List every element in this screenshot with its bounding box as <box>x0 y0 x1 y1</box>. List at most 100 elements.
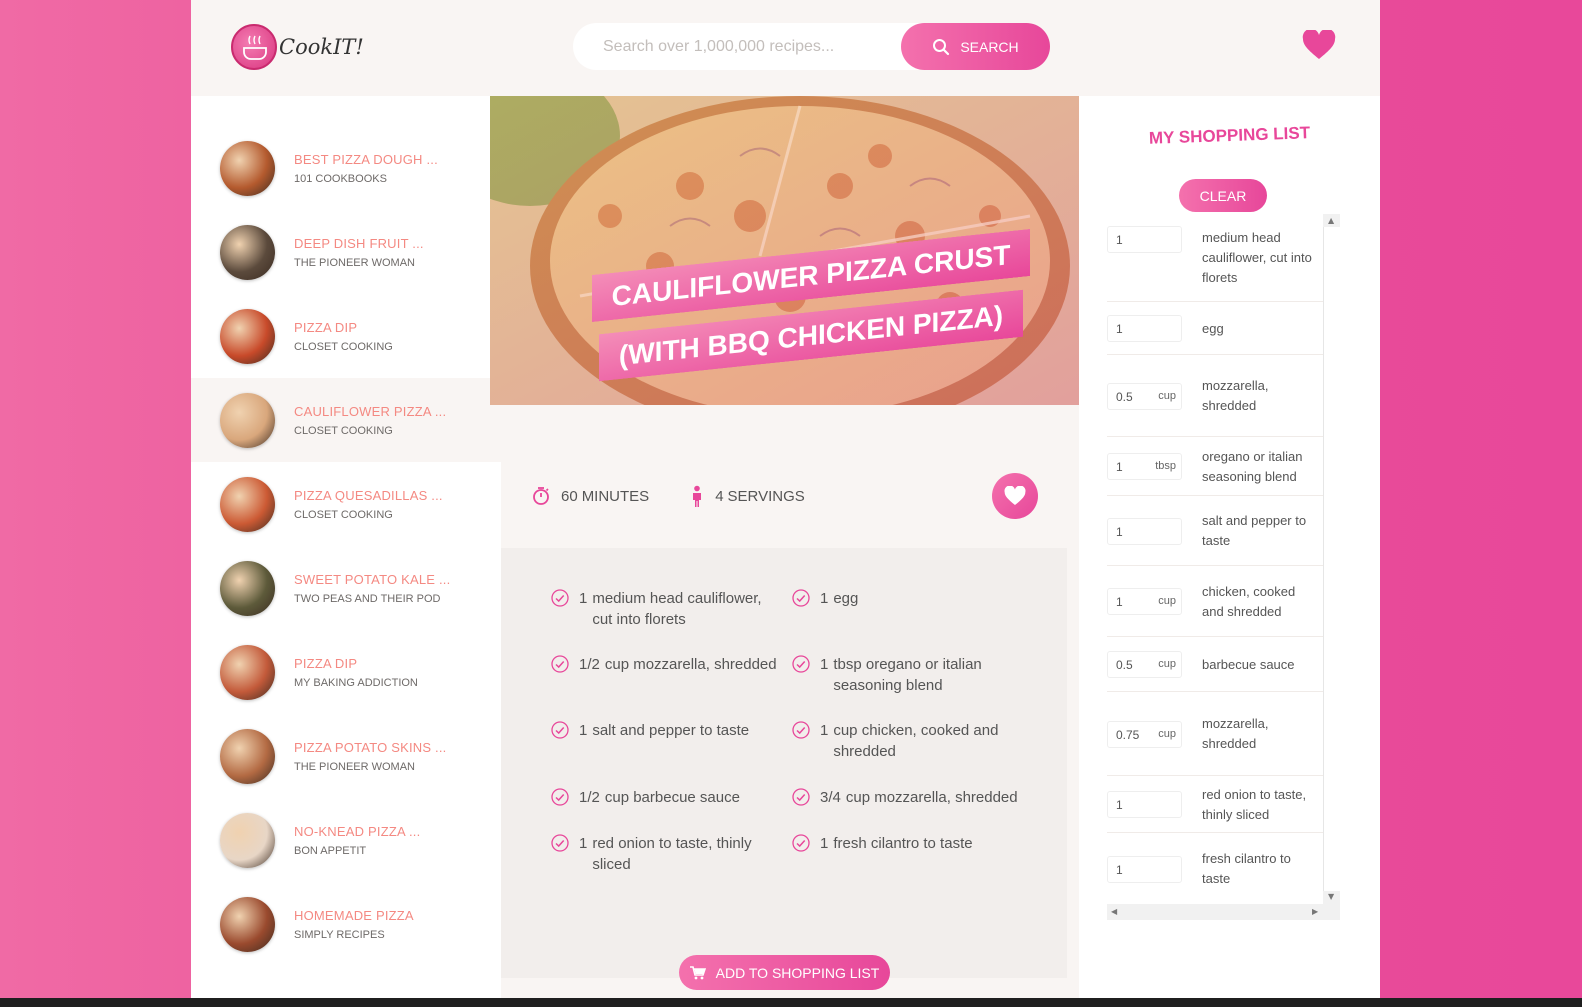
result-text: HOMEMADE PIZZA SIMPLY RECIPES <box>294 908 414 941</box>
servings-label: SERVINGS <box>727 487 805 505</box>
shopping-description: mozzarella, shredded <box>1202 378 1269 413</box>
recipe: CAULIFLOWER PIZZA CRUST (WITH BBQ CHICKE… <box>490 96 1079 998</box>
taskbar-strip <box>0 998 1582 1007</box>
scroll-down-arrow[interactable]: ▼ <box>1328 892 1334 901</box>
result-author: 101 COOKBOOKS <box>294 172 387 185</box>
scroll-left-arrow[interactable]: ◀ <box>1111 907 1117 916</box>
heart-icon <box>1004 486 1026 506</box>
shopping-count-value: 1 <box>1116 460 1123 474</box>
ingredient-description: cup mozzarella, shredded <box>845 789 1018 806</box>
ingredient-description: salt and pepper to taste <box>592 722 750 739</box>
ingredient-item: 1/2 cup mozzarella, shredded <box>551 654 781 679</box>
ingredient-description: fresh cilantro to taste <box>833 835 973 852</box>
shopping-item: 0.5 cup mozzarella, shredded <box>1107 355 1323 437</box>
result-thumbnail <box>220 476 275 532</box>
shopping-count-input[interactable]: 0.5 cup <box>1107 651 1182 678</box>
result-item[interactable]: SWEET POTATO KALE ... TWO PEAS AND THEIR … <box>191 546 501 630</box>
recipe-servings: 4 SERVINGS <box>689 485 805 507</box>
ingredient-description: cup chicken, cooked and shredded <box>833 722 999 760</box>
result-item[interactable]: BEST PIZZA DOUGH ... 101 COOKBOOKS <box>191 126 501 210</box>
scroll-up-arrow[interactable]: ▲ <box>1328 216 1334 225</box>
result-item[interactable]: DEEP DISH FRUIT ... THE PIONEER WOMAN <box>191 210 501 294</box>
result-title: NO-KNEAD PIZZA ... <box>294 823 421 839</box>
shopping-count-input[interactable]: 1 <box>1107 226 1182 253</box>
shopping-count-input[interactable]: 0.75 cup <box>1107 721 1182 748</box>
shopping-description: barbecue sauce <box>1202 657 1295 672</box>
result-item[interactable]: PIZZA QUESADILLAS ... CLOSET COOKING <box>191 462 501 546</box>
ingredient-item: 1 salt and pepper to taste <box>551 720 781 745</box>
shopping-count-value: 1 <box>1116 863 1123 877</box>
shopping-count-input[interactable]: 1 cup <box>1107 588 1182 615</box>
check-icon <box>551 589 569 613</box>
logo[interactable]: CookIT! <box>231 24 364 70</box>
ingredient-quantity: 1/2 <box>579 789 600 806</box>
shopping-count-value: 1 <box>1116 322 1123 336</box>
shopping-description: egg <box>1202 321 1224 336</box>
ingredient-description: cup barbecue sauce <box>604 789 740 806</box>
shopping-count-input[interactable]: 1 <box>1107 791 1182 818</box>
ingredient-quantity: 1 <box>820 722 829 739</box>
result-text: PIZZA QUESADILLAS ... CLOSET COOKING <box>294 488 443 521</box>
recipe-details: 60 MINUTES 4 SERVINGS <box>501 452 1067 540</box>
shopping-count-input[interactable]: 1 <box>1107 856 1182 883</box>
result-thumbnail <box>220 812 275 868</box>
shopping-unit: cup <box>1158 728 1176 740</box>
result-thumbnail <box>220 644 275 700</box>
ingredient-item: 1 red onion to taste, thinly sliced <box>551 833 781 875</box>
shopping-count-value: 1 <box>1116 525 1123 539</box>
shopping-items: 1 medium head cauliflower, cut into flore… <box>1107 214 1340 920</box>
recipe-ingredients: 1 medium head cauliflower, cut into flore… <box>501 548 1067 990</box>
result-title: PIZZA DIP <box>294 655 358 671</box>
result-item[interactable]: PIZZA DIP MY BAKING ADDICTION <box>191 630 501 714</box>
likes-heart-icon[interactable] <box>1302 28 1336 64</box>
shopping-item: 0.75 cup mozzarella, shredded <box>1107 692 1323 776</box>
recipe-like-button[interactable] <box>992 473 1038 519</box>
shopping-count-value: 0.5 <box>1116 390 1133 404</box>
scrollbar-thumb[interactable] <box>1323 227 1340 891</box>
search-input[interactable] <box>573 23 903 70</box>
shopping-count-input[interactable]: 1 tbsp <box>1107 453 1182 480</box>
clear-button[interactable]: CLEAR <box>1179 179 1267 212</box>
shopping-count-value: 1 <box>1116 798 1123 812</box>
check-icon <box>551 834 569 858</box>
shopping-item: 1 cup chicken, cooked and shredded <box>1107 566 1323 637</box>
result-author: THE PIONEER WOMAN <box>294 256 416 269</box>
search-button[interactable]: SEARCH <box>901 23 1050 70</box>
result-title: SWEET POTATO KALE ... <box>294 571 451 587</box>
scroll-right-arrow[interactable]: ▶ <box>1312 907 1318 916</box>
shopping-unit: tbsp <box>1155 460 1176 472</box>
check-icon <box>792 655 810 679</box>
result-text: PIZZA POTATO SKINS ... THE PIONEER WOMAN <box>294 740 447 773</box>
ingredient-item: 1 medium head cauliflower, cut into flore… <box>551 588 781 630</box>
check-icon <box>792 834 810 858</box>
result-item[interactable]: HOMEMADE PIZZA SIMPLY RECIPES <box>191 882 501 966</box>
ingredient-item: 1 egg <box>792 588 1022 613</box>
horizontal-scrollbar[interactable]: ◀ ▶ <box>1107 904 1340 920</box>
shopping-item: 1 medium head cauliflower, cut into flore… <box>1107 214 1323 302</box>
result-thumbnail <box>220 728 275 784</box>
result-author: CLOSET COOKING <box>294 508 393 521</box>
servings-count: 4 <box>715 487 724 505</box>
shopping-list-title: MY SHOPPING LIST <box>1148 123 1311 148</box>
ingredient-description: tbsp oregano or italian seasoning blend <box>833 656 982 694</box>
result-item[interactable]: PIZZA POTATO SKINS ... THE PIONEER WOMAN <box>191 714 501 798</box>
result-title: BEST PIZZA DOUGH ... <box>294 151 438 167</box>
result-author: SIMPLY RECIPES <box>294 928 385 941</box>
shopping-count-value: 1 <box>1116 233 1123 247</box>
shopping-item: 1 egg <box>1107 302 1323 355</box>
result-item[interactable]: CAULIFLOWER PIZZA ... CLOSET COOKING <box>191 378 501 462</box>
logo-text: CookIT! <box>279 35 364 59</box>
result-item[interactable]: NO-KNEAD PIZZA ... BON APPETIT <box>191 798 501 882</box>
result-title: PIZZA QUESADILLAS ... <box>294 487 443 503</box>
result-title: PIZZA DIP <box>294 319 358 335</box>
result-author: MY BAKING ADDICTION <box>294 676 418 689</box>
result-item[interactable]: PIZZA DIP CLOSET COOKING <box>191 294 501 378</box>
ingredient-quantity: 1 <box>579 590 588 607</box>
shopping-count-input[interactable]: 1 <box>1107 315 1182 342</box>
shopping-count-input[interactable]: 0.5 cup <box>1107 383 1182 410</box>
add-to-shopping-list-button[interactable]: ADD TO SHOPPING LIST <box>679 955 890 990</box>
ingredient-item: 1 cup chicken, cooked and shredded <box>792 720 1022 762</box>
vertical-scrollbar[interactable]: ▲ ▼ <box>1323 214 1340 904</box>
recipe-time: 60 MINUTES <box>531 486 649 506</box>
shopping-count-input[interactable]: 1 <box>1107 518 1182 545</box>
